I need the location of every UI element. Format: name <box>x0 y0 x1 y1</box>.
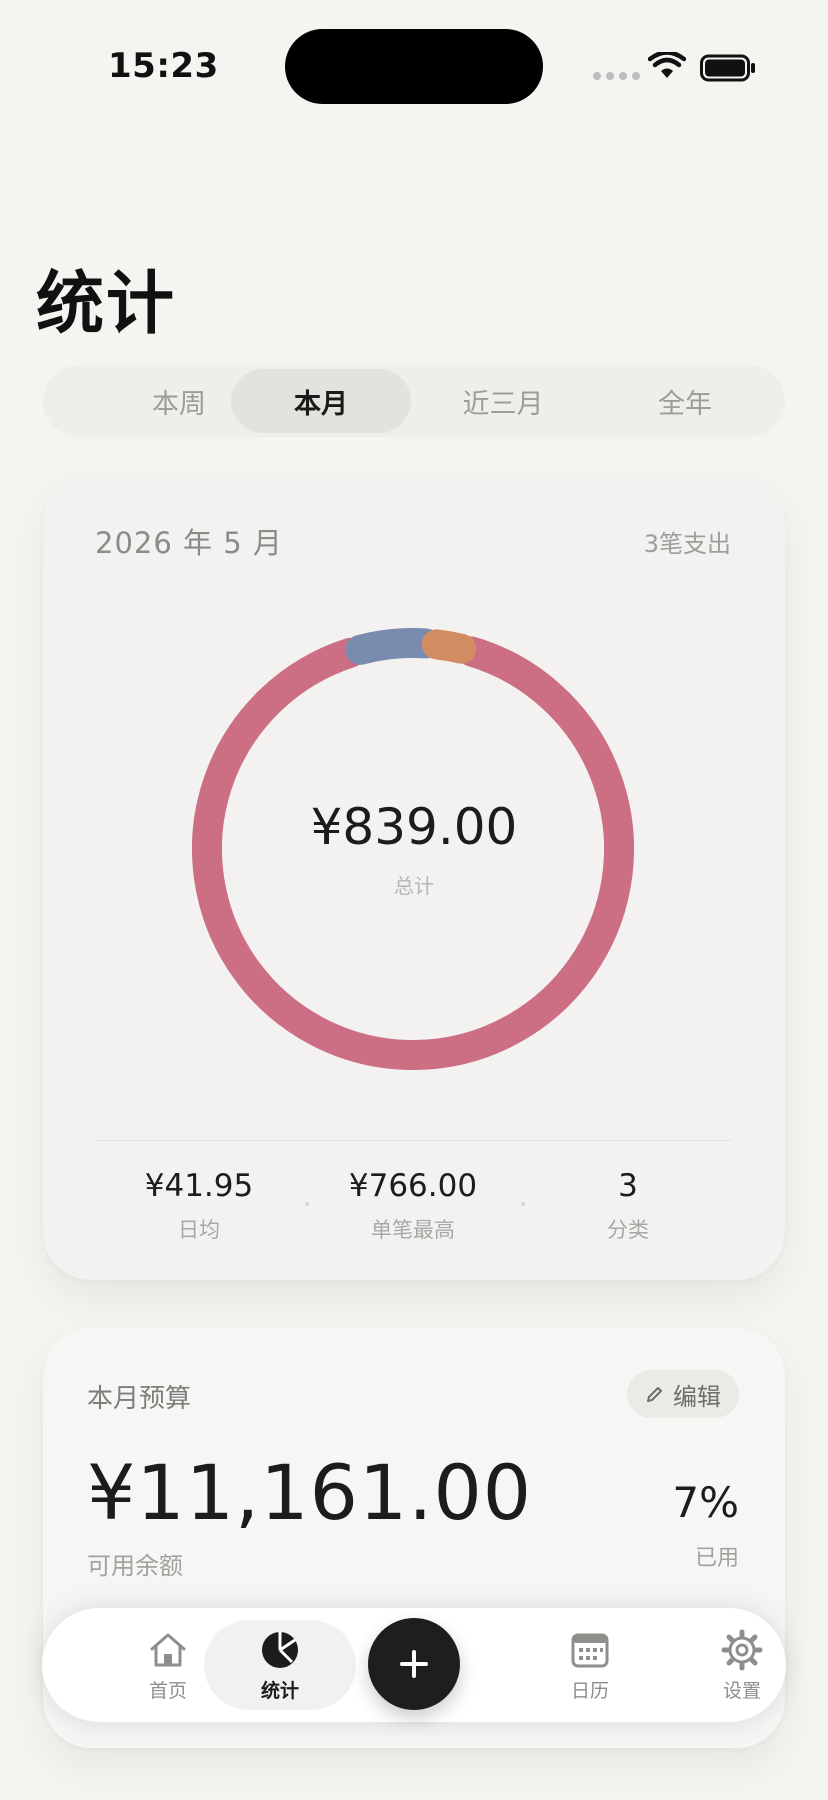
period-label: 2026 年 5 月 <box>95 526 283 560</box>
edit-budget-button[interactable]: 编辑 <box>627 1370 739 1418</box>
edit-label: 编辑 <box>673 1382 721 1411</box>
stat-label: 日均 <box>178 1218 220 1242</box>
tab-year[interactable]: 全年 <box>595 369 775 433</box>
tab-settings[interactable]: 设置 <box>682 1608 802 1722</box>
stat-daily-average: ¥41.95 日均 <box>99 1168 299 1244</box>
stat-value: ¥41.95 <box>144 1168 254 1204</box>
stat-label: 单笔最高 <box>371 1218 455 1242</box>
stat-categories: 3 分类 <box>528 1168 728 1244</box>
status-time: 15:23 <box>108 46 219 86</box>
budget-remaining-amount: ¥11,161.00 <box>87 1448 533 1537</box>
budget-used-label: 已用 <box>694 1546 739 1571</box>
stat-separator <box>305 1202 309 1206</box>
tab-label: 日历 <box>570 1679 609 1702</box>
period-segmented-control: 本周 本月 近三月 全年 <box>43 365 785 437</box>
expense-count: 3笔支出 <box>643 530 731 558</box>
add-expense-button[interactable] <box>368 1618 460 1710</box>
wifi-icon <box>648 52 686 78</box>
total-amount: ¥839.00 <box>310 798 518 856</box>
stat-separator <box>521 1202 525 1206</box>
page-title: 统计 <box>36 265 177 344</box>
stats-screen: 15:23 统计 本周 本月 近三月 全年 2026 年 5 月 3笔支出 ¥8… <box>0 0 828 1800</box>
dynamic-island <box>285 29 543 104</box>
tab-home[interactable]: 首页 <box>108 1608 228 1722</box>
stat-value: 3 <box>618 1168 638 1204</box>
pencil-icon <box>647 1387 662 1402</box>
tab-month[interactable]: 本月 <box>231 369 411 433</box>
calendar-icon <box>571 1633 609 1667</box>
cellular-signal-icon <box>593 72 640 80</box>
tab-label: 首页 <box>148 1679 187 1702</box>
stat-max-single: ¥766.00 单笔最高 <box>313 1168 513 1244</box>
total-label: 总计 <box>394 874 434 898</box>
tab-label: 统计 <box>260 1679 299 1702</box>
divider <box>95 1140 733 1141</box>
house-icon <box>150 1633 186 1666</box>
tab-label: 设置 <box>722 1679 761 1702</box>
gear-icon <box>721 1629 763 1670</box>
tab-calendar[interactable]: 日历 <box>530 1608 650 1722</box>
donut-segment-2 <box>421 629 477 664</box>
plus-icon <box>400 1650 428 1678</box>
battery-icon <box>700 54 755 82</box>
budget-title: 本月预算 <box>87 1384 192 1414</box>
pie-chart-icon <box>262 1631 298 1668</box>
donut-segment-1 <box>345 628 442 665</box>
budget-remaining-label: 可用余额 <box>87 1552 183 1580</box>
stat-value: ¥766.00 <box>348 1168 478 1204</box>
tab-three-months[interactable]: 近三月 <box>413 369 593 433</box>
budget-used-percent: 7% <box>672 1478 739 1527</box>
monthly-summary-card: 2026 年 5 月 3笔支出 ¥839.00 总计 ¥41.95 日均 ¥76… <box>43 476 785 1280</box>
stat-label: 分类 <box>607 1218 649 1242</box>
tab-stats[interactable]: 统计 <box>220 1608 340 1722</box>
